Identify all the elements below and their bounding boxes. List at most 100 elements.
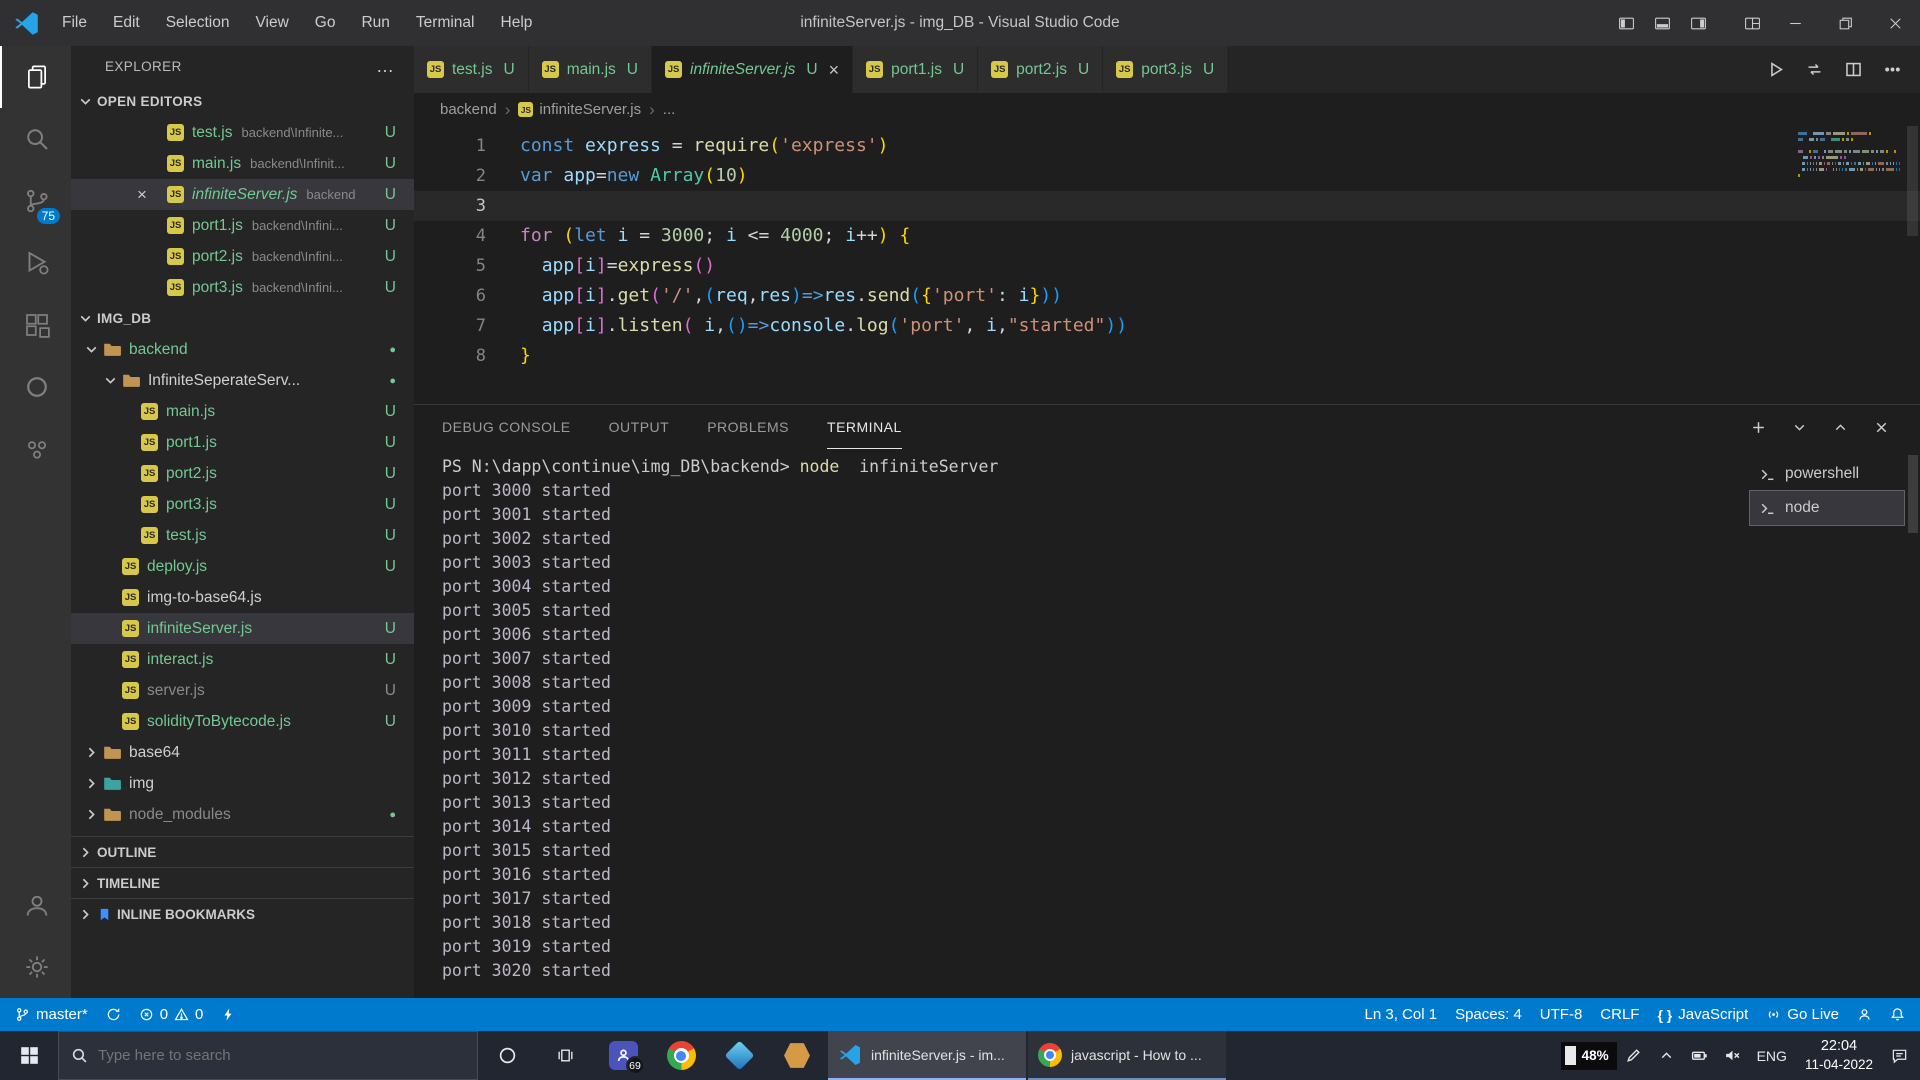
action-center-button[interactable] — [1883, 1031, 1916, 1080]
minimap[interactable] — [1798, 132, 1902, 180]
notifications-button[interactable] — [1881, 998, 1914, 1031]
git-branch-indicator[interactable]: master* — [6, 998, 97, 1031]
cursor-position-indicator[interactable]: Ln 3, Col 1 — [1356, 998, 1447, 1031]
panel-tab-problems[interactable]: PROBLEMS — [707, 405, 789, 449]
start-button[interactable] — [0, 1031, 58, 1080]
close-icon[interactable]: × — [137, 186, 147, 203]
search-icon[interactable] — [0, 108, 71, 170]
close-button[interactable] — [1870, 0, 1920, 46]
tree-item-deploy-js[interactable]: JSdeploy.jsU — [71, 551, 414, 582]
battery-percent-indicator[interactable]: 48% — [1561, 1042, 1617, 1070]
tree-item-port3-js[interactable]: JSport3.jsU — [71, 489, 414, 520]
sync-button[interactable] — [97, 998, 130, 1031]
open-editors-section-header[interactable]: OPEN EDITORS — [71, 86, 414, 117]
menu-terminal[interactable]: Terminal — [403, 0, 488, 46]
explorer-icon[interactable] — [0, 46, 71, 108]
close-panel-icon[interactable] — [1873, 419, 1890, 436]
tree-item-img-to-base64-js[interactable]: JSimg-to-base64.js — [71, 582, 414, 613]
diamond-app-button[interactable] — [710, 1031, 768, 1080]
maximize-panel-icon[interactable] — [1832, 419, 1849, 436]
go-live-button[interactable]: Go Live — [1757, 998, 1848, 1031]
code-line-3[interactable]: 3 — [414, 191, 1920, 221]
open-editor-main-js[interactable]: JSmain.jsbackend\Infinit...U — [71, 148, 414, 179]
hidden-icons-button[interactable] — [1650, 1031, 1683, 1080]
code-line-1[interactable]: 1const express = require('express') — [414, 131, 1920, 161]
search-input[interactable] — [98, 1047, 465, 1064]
editor-tab-port3-js[interactable]: JSport3.jsU — [1103, 46, 1227, 93]
run-debug-icon[interactable] — [0, 232, 71, 294]
battery-tray-button[interactable] — [1683, 1031, 1716, 1080]
menu-help[interactable]: Help — [488, 0, 546, 46]
panel-tab-output[interactable]: OUTPUT — [609, 405, 670, 449]
breadcrumb-item-backend[interactable]: backend — [440, 101, 497, 118]
section-inline-bookmarks[interactable]: INLINE BOOKMARKS — [71, 898, 414, 929]
lightning-indicator[interactable] — [212, 998, 245, 1031]
code-line-8[interactable]: 8} — [414, 341, 1920, 371]
eol-indicator[interactable]: CRLF — [1591, 998, 1648, 1031]
volume-tray-button[interactable] — [1716, 1031, 1749, 1080]
tree-item-main-js[interactable]: JSmain.jsU — [71, 396, 414, 427]
toggle-sidebar-icon[interactable] — [1608, 0, 1644, 46]
code-line-6[interactable]: 6 app[i].get('/',(req,res)=>res.send({'p… — [414, 281, 1920, 311]
new-terminal-icon[interactable] — [1750, 419, 1767, 436]
editor-tab-infiniteserver-js[interactable]: JSinfiniteServer.jsU× — [652, 46, 852, 93]
code-editor[interactable]: 1const express = require('express')2var … — [414, 126, 1920, 404]
section-timeline[interactable]: TIMELINE — [71, 867, 414, 898]
tree-item-soliditytobytecode-js[interactable]: JSsolidityToBytecode.jsU — [71, 706, 414, 737]
indentation-indicator[interactable]: Spaces: 4 — [1446, 998, 1531, 1031]
terminal-viewport[interactable]: PS N:\dapp\continue\img_DB\backend> node… — [414, 449, 1750, 998]
tree-item-server-js[interactable]: JSserver.jsU — [71, 675, 414, 706]
open-editor-port2-js[interactable]: JSport2.jsbackend\Infini...U — [71, 241, 414, 272]
account-icon[interactable] — [0, 874, 71, 936]
menu-go[interactable]: Go — [302, 0, 349, 46]
breadcrumb-item-infiniteserver-js[interactable]: JSinfiniteServer.js — [518, 101, 641, 118]
menu-selection[interactable]: Selection — [153, 0, 243, 46]
toggle-secondary-sidebar-icon[interactable] — [1680, 0, 1716, 46]
cortana-button[interactable] — [478, 1031, 536, 1080]
toggle-panel-icon[interactable] — [1644, 0, 1680, 46]
restore-button[interactable] — [1820, 0, 1870, 46]
panel-tab-debug-console[interactable]: DEBUG CONSOLE — [442, 405, 571, 449]
chrome-task-button[interactable]: javascript - How to ... — [1028, 1031, 1226, 1080]
customize-layout-icon[interactable] — [1734, 0, 1770, 46]
terminal-profile-dropdown-icon[interactable] — [1791, 419, 1808, 436]
terminal-session-powershell[interactable]: powershell — [1750, 457, 1904, 491]
open-editor-test-js[interactable]: JStest.jsbackend\Infinite...U — [71, 117, 414, 148]
feedback-button[interactable] — [1848, 998, 1881, 1031]
extension-molecule-icon[interactable] — [0, 418, 71, 480]
tree-item-port2-js[interactable]: JSport2.jsU — [71, 458, 414, 489]
menu-run[interactable]: Run — [348, 0, 402, 46]
extensions-icon[interactable] — [0, 294, 71, 356]
vscode-task-button[interactable]: infiniteServer.js - im... — [828, 1031, 1026, 1080]
menu-file[interactable]: File — [49, 0, 100, 46]
language-mode-indicator[interactable]: { } JavaScript — [1648, 998, 1757, 1031]
menu-view[interactable]: View — [242, 0, 301, 46]
pen-tray-button[interactable] — [1617, 1031, 1650, 1080]
workspace-section-header[interactable]: IMG_DB — [71, 303, 414, 334]
editor-tab-port1-js[interactable]: JSport1.jsU — [853, 46, 977, 93]
chrome-app-button[interactable] — [652, 1031, 710, 1080]
tree-item-backend[interactable]: backend● — [71, 334, 414, 365]
tree-item-infiniteseperateserv[interactable]: InfiniteSeperateServ...● — [71, 365, 414, 396]
more-actions-icon[interactable]: … — [376, 56, 396, 77]
open-editor-port3-js[interactable]: JSport3.jsbackend\Infini...U — [71, 272, 414, 303]
open-editor-port1-js[interactable]: JSport1.jsbackend\Infini...U — [71, 210, 414, 241]
editor-tab-port2-js[interactable]: JSport2.jsU — [978, 46, 1102, 93]
menu-edit[interactable]: Edit — [100, 0, 153, 46]
breadcrumb-item-[interactable]: ... — [663, 101, 676, 118]
code-line-7[interactable]: 7 app[i].listen( i,()=>console.log('port… — [414, 311, 1920, 341]
problems-indicator[interactable]: 0 0 — [130, 998, 213, 1031]
more-actions-icon[interactable] — [1883, 60, 1902, 79]
open-editor-infiniteserver-js[interactable]: ×JSinfiniteServer.jsbackendU — [71, 179, 414, 210]
editor-scrollbar[interactable] — [1907, 126, 1918, 236]
code-line-5[interactable]: 5 app[i]=express() — [414, 251, 1920, 281]
teams-app-button[interactable]: 69 — [594, 1031, 652, 1080]
tree-item-interact-js[interactable]: JSinteract.jsU — [71, 644, 414, 675]
close-icon[interactable]: × — [829, 61, 840, 79]
tree-item-test-js[interactable]: JStest.jsU — [71, 520, 414, 551]
editor-tab-main-js[interactable]: JSmain.jsU — [529, 46, 651, 93]
task-view-button[interactable] — [536, 1031, 594, 1080]
run-file-icon[interactable] — [1766, 60, 1785, 79]
tree-item-img[interactable]: img — [71, 768, 414, 799]
minimize-button[interactable] — [1770, 0, 1820, 46]
